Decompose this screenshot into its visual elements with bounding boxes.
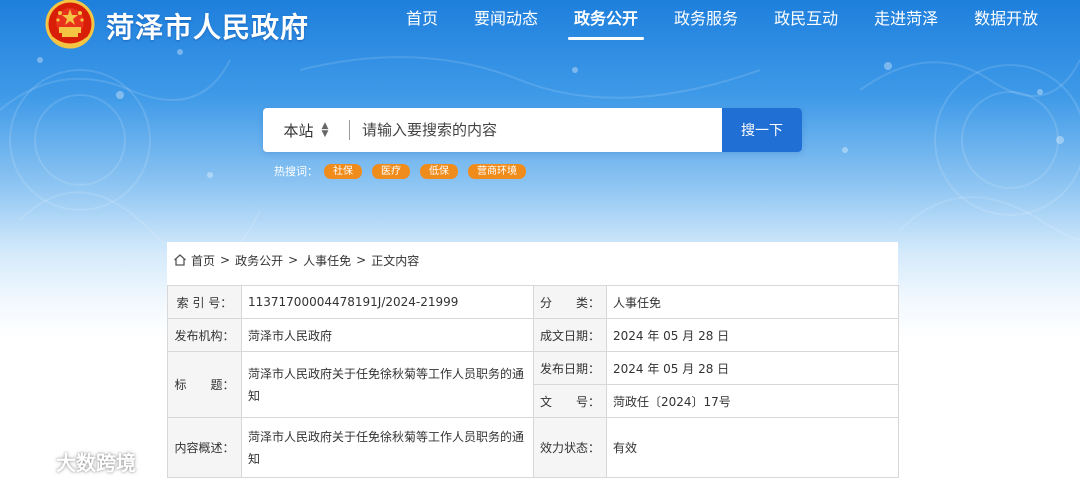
published-date-value: 2024 年 05 月 28 日	[606, 351, 899, 385]
document-meta-table: 索 引 号： 11371700004478191J/2024-21999 分 类…	[167, 285, 899, 478]
publisher-value: 菏泽市人民政府	[241, 318, 534, 352]
hot-tag-medical[interactable]: 医疗	[372, 163, 410, 179]
breadcrumb-gov-affairs-open[interactable]: 政务公开	[235, 252, 283, 269]
search-box: 本站 ▲▼ 搜一下	[263, 108, 802, 152]
nav-item-open-data[interactable]: 数据开放	[956, 0, 1056, 40]
watermark-text: 大数跨境	[56, 451, 136, 475]
status-value: 有效	[606, 417, 899, 478]
doc-number-label: 文 号：	[533, 384, 607, 418]
content-card: 首页 > 政务公开 > 人事任免 > 正文内容 索 引 号： 113717000…	[167, 242, 899, 483]
hot-tag-subsistence[interactable]: 低保	[420, 163, 458, 179]
table-row: 标 题： 菏泽市人民政府关于任免徐秋菊等工作人员职务的通知 发布日期： 2024…	[167, 351, 899, 418]
doc-number-value: 菏政任〔2024〕17号	[606, 384, 899, 418]
category-value: 人事任免	[606, 285, 899, 319]
category-label: 分 类：	[533, 285, 607, 319]
created-date-label: 成文日期：	[533, 318, 607, 352]
nav-item-gov-affairs-open[interactable]: 政务公开	[556, 0, 656, 40]
nav-item-interaction[interactable]: 政民互动	[756, 0, 856, 40]
summary-value: 菏泽市人民政府关于任免徐秋菊等工作人员职务的通知	[241, 417, 534, 478]
site-title[interactable]: 菏泽市人民政府	[106, 6, 309, 46]
breadcrumb-separator: >	[356, 253, 367, 267]
breadcrumb-personnel[interactable]: 人事任免	[303, 252, 351, 269]
status-label: 效力状态：	[533, 417, 607, 478]
index-value: 11371700004478191J/2024-21999	[241, 285, 534, 319]
search-scope-label: 本站	[283, 121, 314, 140]
breadcrumb: 首页 > 政务公开 > 人事任免 > 正文内容	[167, 242, 898, 278]
nav-item-about-heze[interactable]: 走进菏泽	[856, 0, 956, 40]
breadcrumb-separator: >	[288, 253, 299, 267]
nav-item-gov-services[interactable]: 政务服务	[656, 0, 756, 40]
breadcrumb-current: 正文内容	[371, 253, 420, 268]
hot-search-words: 热搜词： 社保 医疗 低保 营商环境	[274, 163, 536, 179]
main-nav: 首页 要闻动态 政务公开 政务服务 政民互动 走进菏泽 数据开放	[388, 0, 1056, 44]
table-row: 内容概述： 菏泽市人民政府关于任免徐秋菊等工作人员职务的通知 效力状态： 有效	[167, 417, 899, 478]
hot-tag-business-environment[interactable]: 营商环境	[468, 163, 526, 179]
search-scope-select[interactable]: 本站 ▲ ▼	[263, 108, 349, 152]
hot-search-label: 热搜词：	[274, 165, 318, 178]
summary-label: 内容概述：	[167, 417, 242, 478]
title-label: 标 题：	[167, 351, 242, 418]
sort-arrows-icon: ▲ ▼	[321, 121, 329, 139]
title-value: 菏泽市人民政府关于任免徐秋菊等工作人员职务的通知	[241, 351, 534, 418]
search-input[interactable]	[350, 108, 722, 152]
nav-item-home[interactable]: 首页	[388, 0, 456, 40]
watermark: 大数跨境	[8, 447, 136, 476]
home-icon	[174, 254, 186, 266]
search-button[interactable]: 搜一下	[722, 108, 802, 152]
published-date-label: 发布日期：	[533, 351, 607, 385]
publisher-label: 发布机构：	[167, 318, 242, 352]
table-row: 发布机构： 菏泽市人民政府 成文日期： 2024 年 05 月 28 日	[167, 318, 899, 352]
index-label: 索 引 号：	[167, 285, 242, 319]
created-date-value: 2024 年 05 月 28 日	[606, 318, 899, 352]
table-row: 索 引 号： 11371700004478191J/2024-21999 分 类…	[167, 285, 899, 319]
nav-item-news[interactable]: 要闻动态	[456, 0, 556, 40]
national-emblem-icon	[45, 0, 95, 49]
watermark-logo-icon	[10, 452, 47, 474]
breadcrumb-home[interactable]: 首页	[191, 252, 215, 269]
breadcrumb-separator: >	[220, 253, 231, 267]
hot-tag-social-security[interactable]: 社保	[324, 163, 362, 179]
